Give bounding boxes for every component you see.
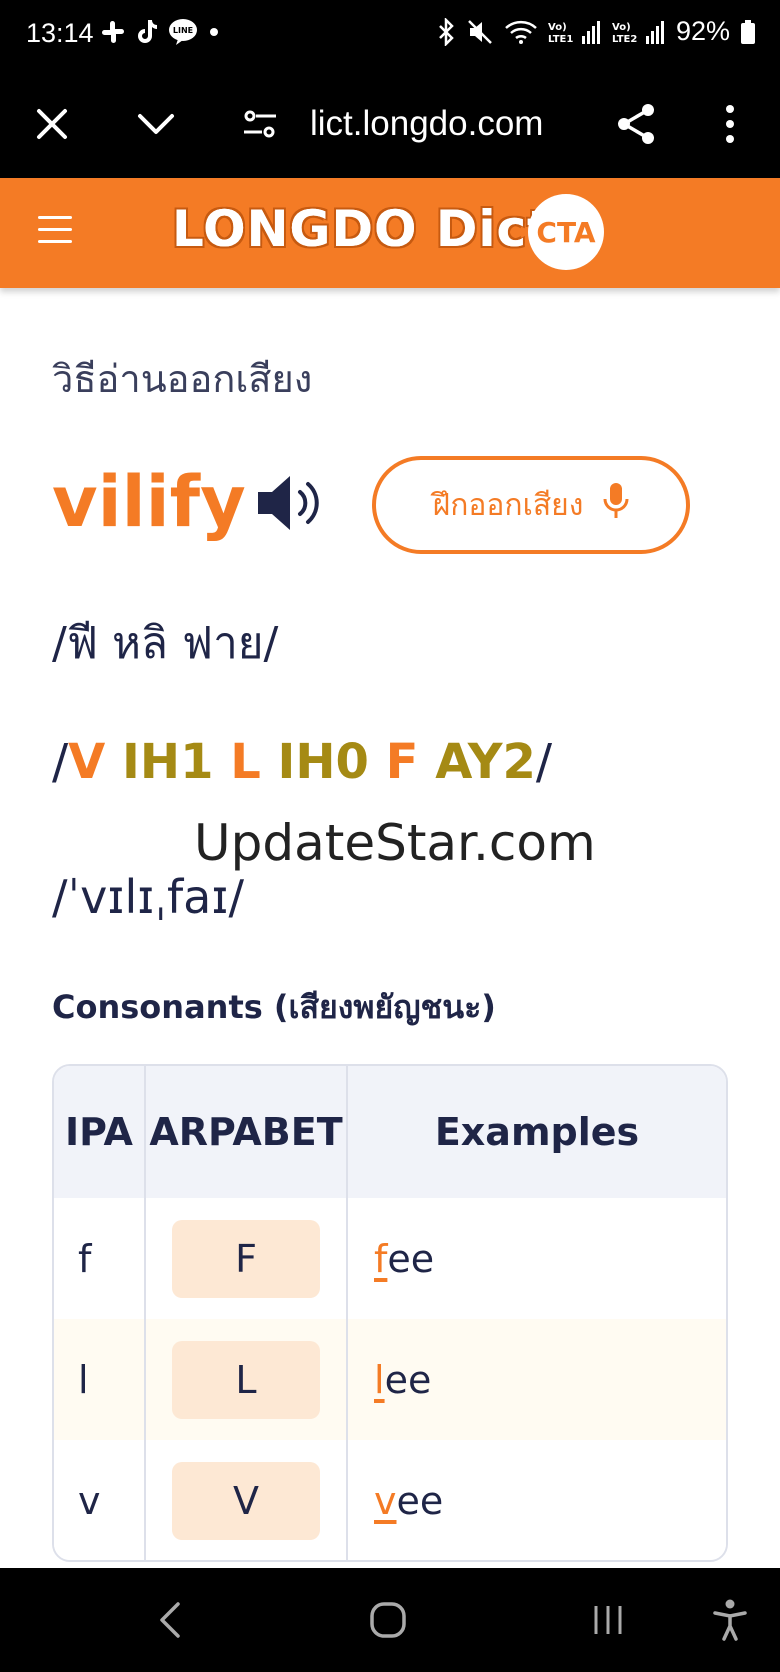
arpabet-token: IH1: [122, 734, 214, 790]
table-header-row: IPA ARPABET Examples: [54, 1066, 726, 1198]
signal-lte2-icon: Vo) LTE2: [612, 18, 666, 46]
tiktok-icon: [134, 18, 160, 46]
arpabet-token: F: [385, 734, 419, 790]
bluetooth-icon: [436, 17, 456, 46]
ipa-cell: l: [54, 1319, 146, 1440]
ipa-cell: v: [54, 1440, 146, 1560]
battery-percent: 92%: [675, 16, 730, 46]
svg-text:LINE: LINE: [173, 26, 193, 35]
example-highlight: v: [374, 1478, 397, 1523]
example-rest: ee: [384, 1357, 432, 1402]
header-arpabet: ARPABET: [146, 1066, 348, 1198]
close-icon[interactable]: [24, 96, 80, 152]
hamburger-icon[interactable]: [38, 216, 72, 246]
wifi-icon: [504, 18, 538, 46]
arpabet-token: AY2: [435, 734, 536, 790]
back-icon[interactable]: [140, 1590, 200, 1650]
share-icon[interactable]: [608, 96, 664, 152]
consonants-heading: Consonants (เสียงพยัญชนะ): [52, 988, 496, 1026]
example-cell: l ee: [348, 1319, 726, 1440]
arpabet-chip[interactable]: L: [172, 1340, 320, 1419]
thai-transliteration: /ฟี หลิ ฟาย/: [52, 618, 279, 669]
site-settings-icon[interactable]: [232, 96, 288, 152]
pronunciation-heading: วิธีอ่านออกเสียง: [52, 357, 313, 401]
table-row: v V v ee: [54, 1440, 726, 1560]
chevron-down-icon[interactable]: [128, 96, 184, 152]
headword: vilify: [52, 461, 246, 543]
speaker-icon[interactable]: [256, 470, 328, 536]
arpabet-token: IH0: [277, 734, 369, 790]
table-row: f F f ee: [54, 1198, 726, 1319]
site-header: LONGDO Dict CTA: [0, 178, 780, 288]
accessibility-icon[interactable]: [700, 1590, 760, 1650]
cta-badge[interactable]: CTA: [528, 194, 604, 270]
practice-button-label: ฝึกออกเสียง: [432, 487, 584, 523]
example-cell: f ee: [348, 1198, 726, 1319]
system-nav-bar: [0, 1568, 780, 1672]
status-bar: 13:14 LINE Vo) LTE1 Vo) LTE2 92%: [0, 0, 780, 72]
example-highlight: l: [374, 1357, 385, 1402]
recents-icon[interactable]: [578, 1590, 638, 1650]
header-examples: Examples: [434, 1110, 640, 1154]
practice-pronunciation-button[interactable]: ฝึกออกเสียง: [372, 456, 690, 554]
svg-text:Vo): Vo): [612, 22, 631, 33]
more-icon[interactable]: [702, 96, 758, 152]
dot-icon: [206, 24, 222, 40]
example-rest: ee: [387, 1236, 435, 1281]
line-icon: LINE: [168, 18, 198, 46]
mute-icon: [466, 18, 494, 46]
arpabet-chip[interactable]: V: [172, 1461, 320, 1540]
arpabet-token: L: [230, 734, 261, 790]
url-bar[interactable]: lict.longdo.com: [310, 96, 543, 152]
consonants-table: IPA ARPABET Examples f F f ee l L l ee v V…: [52, 1064, 728, 1562]
svg-text:LTE1: LTE1: [548, 34, 573, 45]
header-ipa: IPA: [54, 1066, 146, 1198]
system-icons: Vo) LTE1 Vo) LTE2 92%: [436, 16, 756, 47]
example-highlight: f: [374, 1236, 388, 1281]
arpabet-chip[interactable]: F: [172, 1219, 320, 1298]
slack-icon: [100, 19, 126, 45]
signal-lte1-icon: Vo) LTE1: [548, 18, 602, 46]
status-time: 13:14: [26, 18, 94, 48]
site-logo[interactable]: LONGDO Dict: [172, 200, 552, 258]
battery-icon: [740, 18, 756, 46]
svg-text:LTE2: LTE2: [612, 34, 637, 45]
browser-toolbar: lict.longdo.com: [0, 72, 780, 178]
arpabet-transcription: /V IH1 L IH0 F AY2/: [52, 734, 553, 790]
example-rest: ee: [396, 1478, 444, 1523]
watermark: UpdateStar.com: [194, 814, 596, 872]
ipa-cell: f: [54, 1198, 146, 1319]
microphone-icon: [603, 481, 629, 529]
svg-text:Vo): Vo): [548, 22, 567, 33]
ipa-transcription: /ˈvɪlɪˌfaɪ/: [52, 870, 244, 924]
example-cell: v ee: [348, 1440, 726, 1560]
arpabet-token: V: [68, 734, 106, 790]
notification-icons: LINE: [100, 18, 222, 46]
home-icon[interactable]: [358, 1590, 418, 1650]
table-row: l L l ee: [54, 1319, 726, 1440]
